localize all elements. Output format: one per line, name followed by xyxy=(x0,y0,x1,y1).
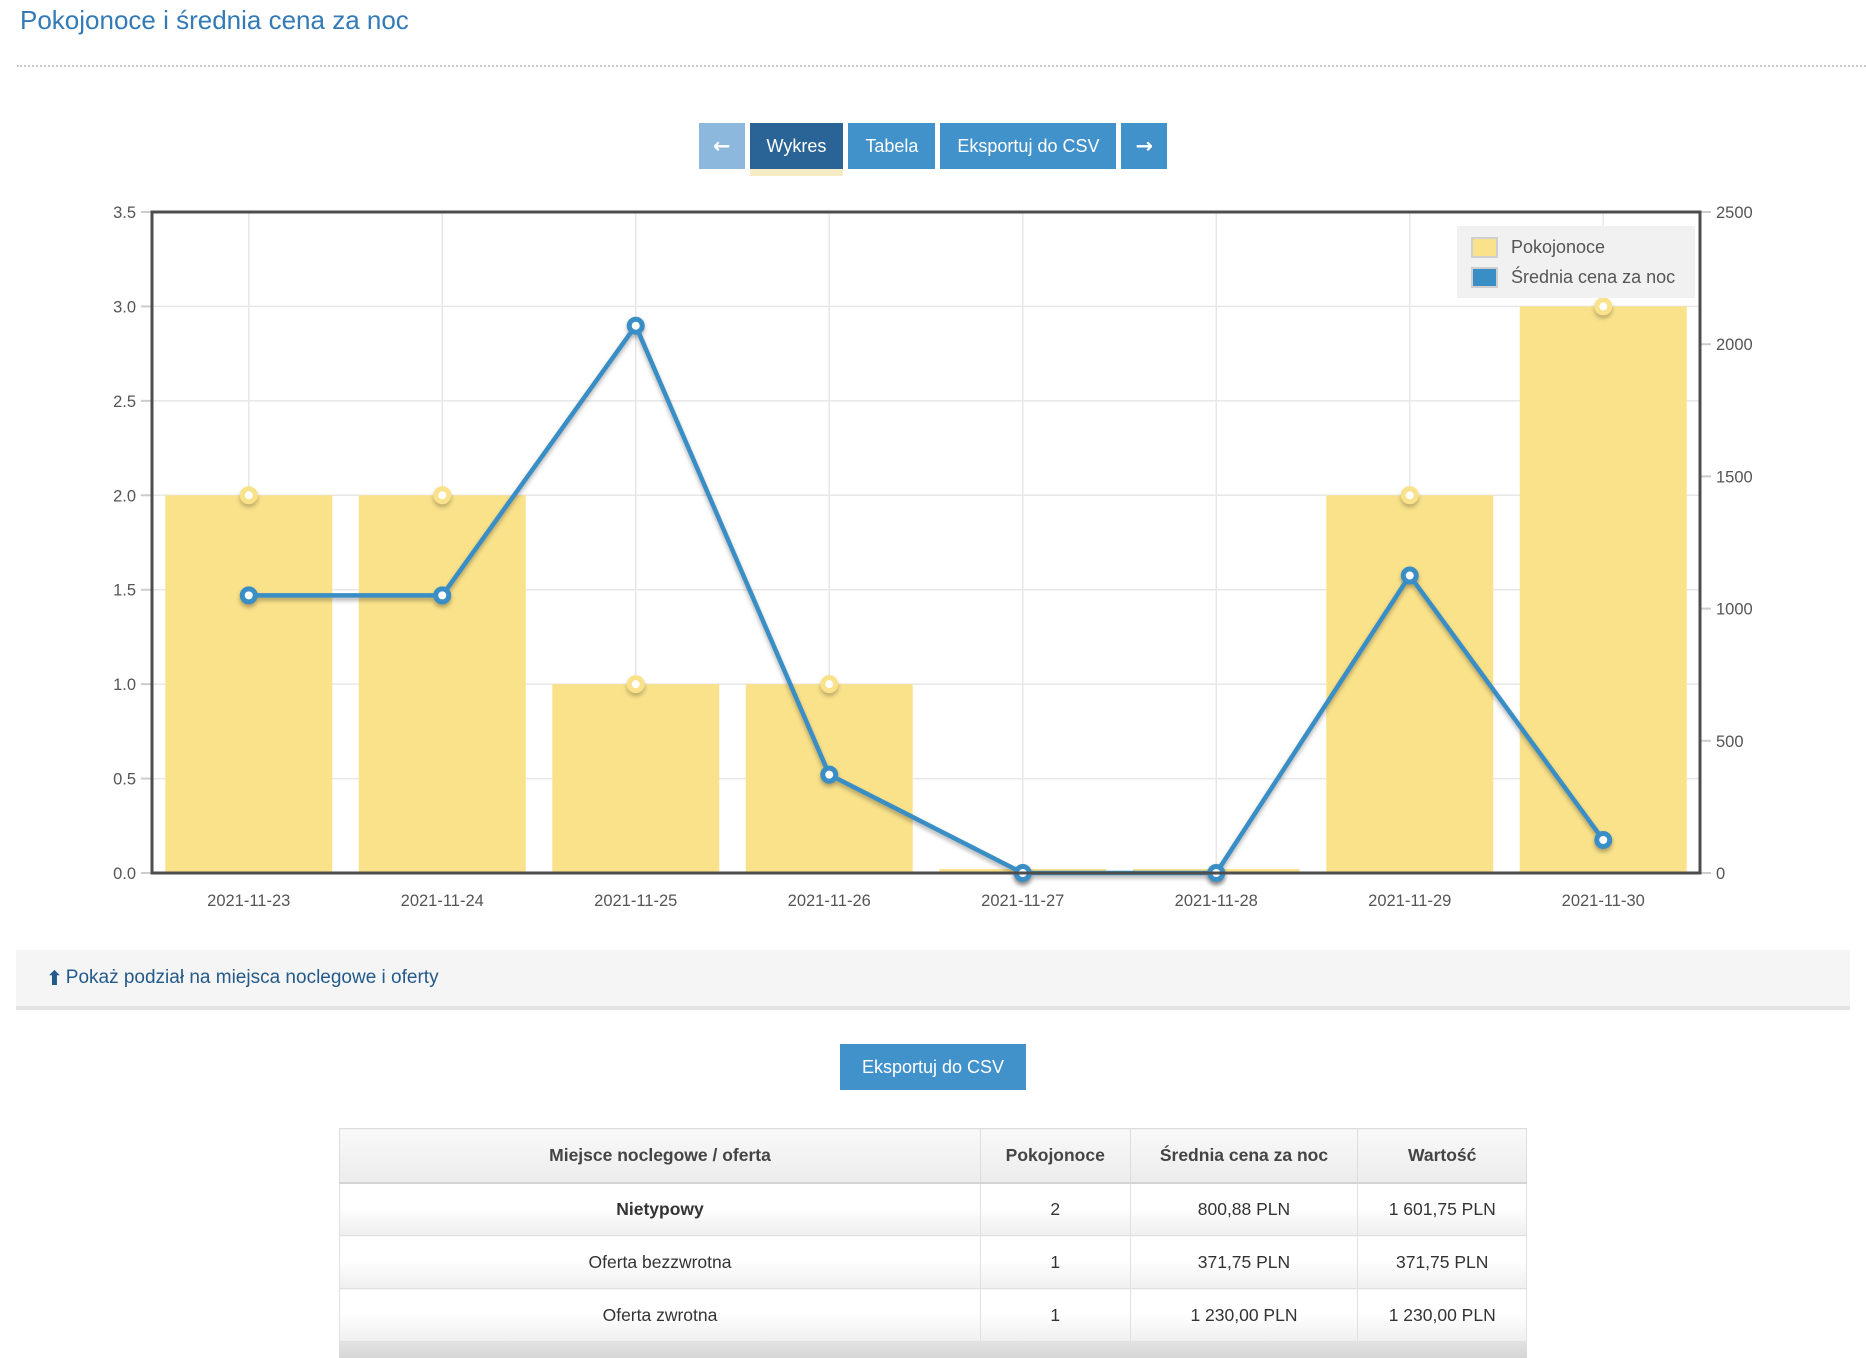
svg-text:0: 0 xyxy=(1716,865,1725,883)
table-row: Oferta bezzwrotna 1 371,75 PLN 371,75 PL… xyxy=(340,1236,1527,1289)
svg-text:3.0: 3.0 xyxy=(113,298,136,316)
svg-text:2021-11-27: 2021-11-27 xyxy=(981,892,1064,910)
column-header-pokojonoce: Pokojonoce xyxy=(980,1129,1130,1183)
cell-name: Nietypowy xyxy=(340,1183,981,1236)
table-row: Nietypowy 2 800,88 PLN 1 601,75 PLN xyxy=(340,1183,1527,1236)
breakdown-toggle[interactable]: ⬆ Pokaż podział na miejsca noclegowe i o… xyxy=(16,950,1850,1010)
column-header-miejsce: Miejsce noclegowe / oferta xyxy=(340,1129,981,1183)
svg-text:1500: 1500 xyxy=(1716,468,1753,486)
svg-text:2000: 2000 xyxy=(1716,336,1753,354)
tab-tabela[interactable]: Tabela xyxy=(848,123,935,169)
cell-pokojonoce: 2 xyxy=(980,1183,1130,1236)
legend-swatch-line xyxy=(1471,267,1498,288)
legend-item-pokojonoce[interactable]: Pokojonoce xyxy=(1457,232,1695,262)
svg-text:0.5: 0.5 xyxy=(113,771,136,789)
page-title: Pokojonoce i średnia cena za noc xyxy=(17,0,1866,36)
page-header: Pokojonoce i średnia cena za noc xyxy=(17,0,1866,67)
cell-avg-price: 1 230,00 PLN xyxy=(1130,1289,1358,1342)
table-header-row: Miejsce noclegowe / oferta Pokojonoce Śr… xyxy=(340,1129,1527,1183)
cell-avg-price: 800,88 PLN xyxy=(1130,1183,1358,1236)
cell-value: 1 601,75 PLN xyxy=(1358,1183,1527,1236)
legend-label: Pokojonoce xyxy=(1511,237,1605,258)
breakdown-toggle-label: Pokaż podział na miejsca noclegowe i ofe… xyxy=(66,967,439,989)
cell-name: Oferta bezzwrotna xyxy=(340,1236,981,1289)
svg-text:1000: 1000 xyxy=(1716,601,1753,619)
svg-text:1.0: 1.0 xyxy=(113,676,136,694)
cell-value: 371,75 PLN xyxy=(1358,1236,1527,1289)
svg-text:2021-11-30: 2021-11-30 xyxy=(1562,892,1645,910)
column-header-wartosc: Wartość xyxy=(1358,1129,1527,1183)
svg-text:2021-11-25: 2021-11-25 xyxy=(594,892,677,910)
svg-text:1.5: 1.5 xyxy=(113,582,136,600)
legend-label: Średnia cena za noc xyxy=(1511,267,1675,288)
arrow-up-icon: ⬆ xyxy=(46,966,63,990)
svg-text:2021-11-26: 2021-11-26 xyxy=(788,892,871,910)
svg-text:2021-11-28: 2021-11-28 xyxy=(1175,892,1258,910)
svg-text:2500: 2500 xyxy=(1716,204,1753,222)
svg-text:0.0: 0.0 xyxy=(113,865,136,883)
arrow-left-icon: ← xyxy=(713,134,731,158)
svg-text:2.0: 2.0 xyxy=(113,487,136,505)
cell-pokojonoce: 1 xyxy=(980,1289,1130,1342)
arrow-right-icon: → xyxy=(1135,134,1153,158)
svg-text:2021-11-24: 2021-11-24 xyxy=(401,892,484,910)
legend-item-srednia-cena[interactable]: Średnia cena za noc xyxy=(1457,262,1695,292)
legend-swatch-bar xyxy=(1471,237,1498,258)
export-csv-button[interactable]: Eksportuj do CSV xyxy=(840,1044,1026,1090)
export-csv-button-top[interactable]: Eksportuj do CSV xyxy=(940,123,1116,169)
cell-avg-price: 371,75 PLN xyxy=(1130,1236,1358,1289)
table-row: Oferta zwrotna 1 1 230,00 PLN 1 230,00 P… xyxy=(340,1289,1527,1342)
svg-text:2021-11-29: 2021-11-29 xyxy=(1368,892,1451,910)
column-header-srednia-cena: Średnia cena za noc xyxy=(1130,1129,1358,1183)
svg-text:2.5: 2.5 xyxy=(113,393,136,411)
tab-wykres[interactable]: Wykres xyxy=(750,123,844,176)
cell-value: 1 230,00 PLN xyxy=(1358,1289,1527,1342)
chart-legend: Pokojonoce Średnia cena za noc xyxy=(1457,226,1695,298)
breakdown-table: Miejsce noclegowe / oferta Pokojonoce Śr… xyxy=(339,1128,1527,1342)
view-toolbar: ← Wykres Tabela Eksportuj do CSV → xyxy=(0,123,1866,176)
svg-text:500: 500 xyxy=(1716,733,1744,751)
svg-text:3.5: 3.5 xyxy=(113,204,136,222)
next-period-button[interactable]: → xyxy=(1121,123,1167,169)
svg-text:2021-11-23: 2021-11-23 xyxy=(207,892,290,910)
table-next-row-cutoff xyxy=(339,1342,1527,1358)
cell-pokojonoce: 1 xyxy=(980,1236,1130,1289)
prev-period-button[interactable]: ← xyxy=(699,123,745,169)
cell-name: Oferta zwrotna xyxy=(340,1289,981,1342)
